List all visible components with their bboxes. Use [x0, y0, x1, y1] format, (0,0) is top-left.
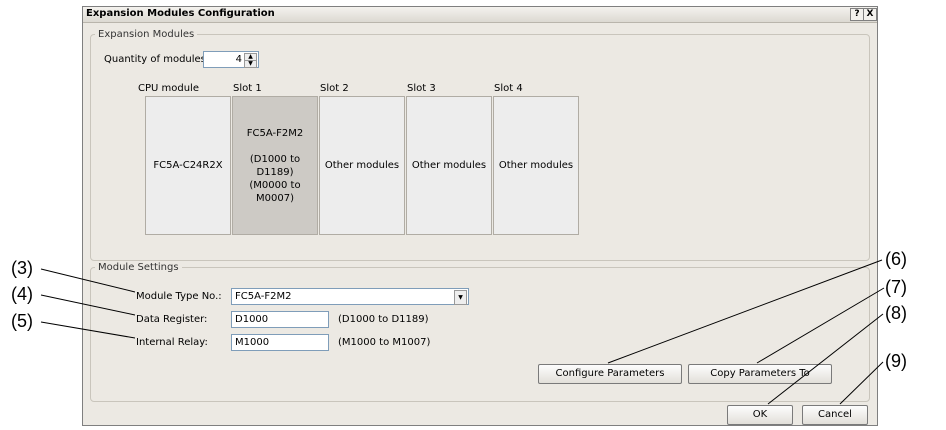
callout-5: (5) [11, 311, 33, 331]
callout-4: (4) [11, 284, 33, 304]
callout-9: (9) [885, 351, 907, 371]
callout-7: (7) [885, 277, 907, 297]
callout-3: (3) [11, 258, 33, 278]
callout-6: (6) [885, 249, 907, 269]
callout-8: (8) [885, 303, 907, 323]
callout-leader-lines [40, 259, 885, 405]
